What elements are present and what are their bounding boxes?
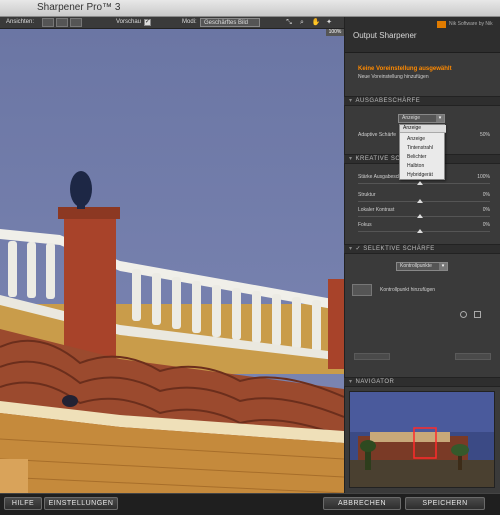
- save-button[interactable]: SPEICHERN: [405, 497, 485, 510]
- preview-label: Vorschau: [116, 19, 142, 25]
- chevron-down-icon: ▾: [436, 115, 444, 122]
- add-preset-link[interactable]: Neue Voreinstellung hinzufügen: [358, 74, 429, 80]
- view-single-button[interactable]: [42, 18, 54, 27]
- menu-item[interactable]: Hybridgerät: [407, 172, 433, 178]
- zoom-badge: 100%: [326, 29, 344, 36]
- mode-select[interactable]: Geschärftes Bild: [200, 18, 260, 27]
- image-preview[interactable]: 100%: [0, 29, 344, 493]
- local-contrast-row: Lokaler Kontrast 0%: [358, 207, 490, 213]
- output-device-menu[interactable]: Anzeige Anzeige Tintenstrahl Belichter H…: [399, 124, 446, 180]
- add-control-point-label: Kontrollpunkt hinzufügen: [380, 287, 436, 293]
- navigator-thumbnail[interactable]: [349, 391, 495, 488]
- photo-preview: [0, 29, 344, 493]
- copy-control-points-icon[interactable]: [474, 311, 481, 318]
- disabled-left-button[interactable]: [354, 353, 390, 360]
- structure-row: Struktur 0%: [358, 192, 490, 198]
- focus-row: Fokus 0%: [358, 222, 490, 228]
- reset-icon[interactable]: ✦: [324, 18, 334, 27]
- slider-knob[interactable]: [417, 229, 423, 233]
- settings-button[interactable]: EINSTELLUNGEN: [44, 497, 118, 510]
- toolbar: Ansichten: Vorschau ✓ Modi: Geschärftes …: [0, 17, 344, 29]
- control-points-select[interactable]: Kontrollpunkte ▾: [396, 262, 448, 271]
- help-button[interactable]: HILFE: [4, 497, 42, 510]
- menu-selected[interactable]: Anzeige: [400, 125, 446, 133]
- collapse-triangle-icon: ▾: [349, 98, 353, 104]
- cancel-button[interactable]: ABBRECHEN: [323, 497, 401, 510]
- preview-checkbox[interactable]: ✓: [144, 19, 151, 26]
- view-side-by-side-button[interactable]: [70, 18, 82, 27]
- magnifier-icon[interactable]: ⌕: [297, 18, 307, 27]
- panel-title: Output Sharpener: [353, 31, 417, 40]
- menu-item[interactable]: Halbton: [407, 163, 424, 169]
- reset-control-points-icon[interactable]: [460, 311, 467, 318]
- output-device-select[interactable]: Anzeige ▾: [398, 114, 445, 123]
- slider-knob[interactable]: [417, 214, 423, 218]
- collapse-triangle-icon: ▾: [349, 379, 353, 385]
- menu-item[interactable]: Belichter: [407, 154, 426, 160]
- title-bar: Sharpener Pro™ 3: [0, 0, 500, 17]
- hand-tool-icon[interactable]: ✋: [311, 18, 321, 27]
- section-navigator[interactable]: ▾ NAVIGATOR: [344, 377, 500, 387]
- menu-item[interactable]: Anzeige: [407, 136, 425, 142]
- chevron-down-icon: ▾: [439, 263, 447, 270]
- preset-title[interactable]: Keine Voreinstellung ausgewählt: [358, 66, 452, 72]
- section-output-sharpening[interactable]: ▾ AUSGABESCHÄRFE: [344, 96, 500, 106]
- section-selective-sharpening[interactable]: ▾ ✓ SELEKTIVE SCHÄRFE: [344, 244, 500, 254]
- logo-text: Nik Software by Nik: [449, 21, 493, 27]
- view-split-button[interactable]: [56, 18, 68, 27]
- slider-knob[interactable]: [417, 199, 423, 203]
- views-label: Ansichten:: [6, 19, 35, 25]
- slider-knob[interactable]: [417, 181, 423, 185]
- add-control-point-button[interactable]: [352, 284, 372, 296]
- navigator-preview: [350, 392, 494, 487]
- bottom-bar: HILFE EINSTELLUNGEN ABBRECHEN SPEICHERN: [0, 493, 500, 515]
- panel-header: Nik Software by Nik Output Sharpener: [345, 17, 500, 53]
- local-contrast-slider[interactable]: [358, 216, 490, 217]
- structure-slider[interactable]: [358, 201, 490, 202]
- output-strength-slider[interactable]: [358, 183, 490, 184]
- zoom-tool-icon[interactable]: ⤡: [284, 18, 294, 27]
- collapse-triangle-icon: ▾: [349, 156, 353, 162]
- collapse-triangle-icon: ▾: [349, 246, 353, 252]
- focus-slider[interactable]: [358, 231, 490, 232]
- app-title: Sharpener Pro™ 3: [37, 2, 121, 13]
- menu-item[interactable]: Tintenstrahl: [407, 145, 433, 151]
- mode-label: Modi:: [182, 19, 197, 25]
- disabled-right-button[interactable]: [455, 353, 491, 360]
- nik-logo-icon: [437, 21, 446, 28]
